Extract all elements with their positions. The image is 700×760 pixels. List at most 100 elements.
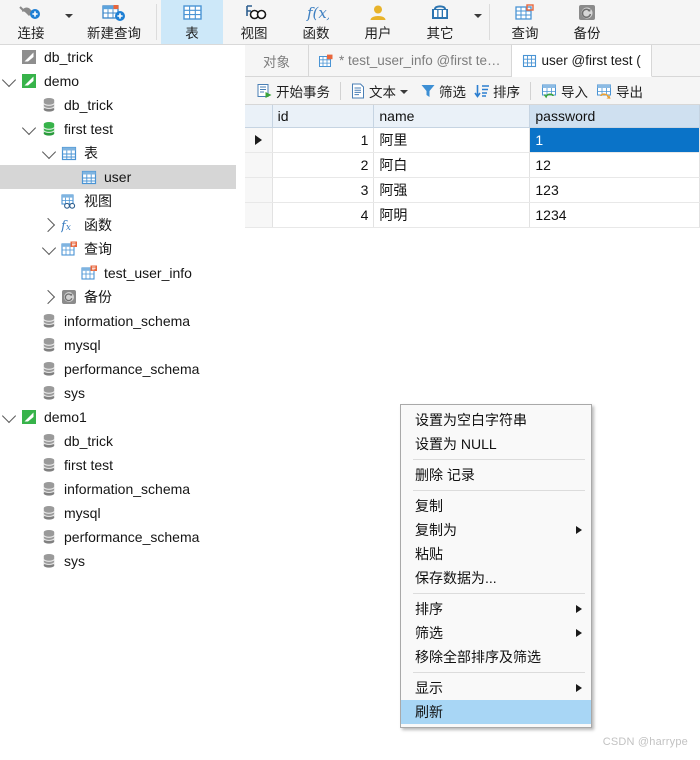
row-marker-cell[interactable] bbox=[245, 127, 273, 153]
export-button[interactable]: 导出 bbox=[592, 79, 647, 103]
tree-item-表[interactable]: 表 bbox=[0, 141, 243, 165]
chevron-down-icon[interactable] bbox=[0, 69, 18, 93]
object-tree-sidebar[interactable]: db_trick demo db_trick first test 表 user 视图 fx 函… bbox=[0, 45, 244, 760]
tree-item-视图[interactable]: 视图 bbox=[0, 189, 243, 213]
tree-item-db-trick[interactable]: db_trick bbox=[0, 45, 243, 69]
cell-id[interactable]: 2 bbox=[272, 152, 375, 178]
tree-item-label: demo1 bbox=[44, 409, 87, 425]
chevron-right-icon[interactable] bbox=[40, 285, 58, 309]
menu-item-7[interactable]: 粘贴 bbox=[401, 542, 591, 566]
menu-item-15[interactable]: 刷新 bbox=[401, 700, 591, 724]
ribbon-button-user[interactable]: 用户 bbox=[347, 0, 409, 44]
tree-item-demo1[interactable]: demo1 bbox=[0, 405, 243, 429]
ribbon-button-connect[interactable]: 连接 bbox=[0, 0, 62, 44]
tree-item-test-user-info[interactable]: test_user_info bbox=[0, 261, 243, 285]
row-marker-cell[interactable] bbox=[245, 202, 273, 228]
menu-item-5[interactable]: 复制 bbox=[401, 494, 591, 518]
cell-id[interactable]: 4 bbox=[272, 202, 375, 228]
tab-user-table[interactable]: user @first test ( bbox=[511, 45, 652, 77]
cell-id[interactable]: 3 bbox=[272, 177, 375, 203]
table-row[interactable]: 4 阿明 1234 bbox=[245, 202, 700, 228]
cell-name[interactable]: 阿强 bbox=[373, 177, 531, 203]
tree-item-label: sys bbox=[64, 385, 85, 401]
tree-item-mysql[interactable]: mysql bbox=[0, 501, 243, 525]
sort-button[interactable]: 排序 bbox=[470, 79, 524, 103]
tree-item-查询[interactable]: 查询 bbox=[0, 237, 243, 261]
cell-name[interactable]: 阿白 bbox=[373, 152, 531, 178]
text-dropdown-caret-icon[interactable] bbox=[400, 89, 408, 94]
tree-item-sys[interactable]: sys bbox=[0, 549, 243, 573]
tree-expander-placeholder bbox=[20, 501, 38, 525]
sidebar-scroll-strip[interactable] bbox=[236, 45, 244, 760]
chevron-down-icon[interactable] bbox=[40, 141, 58, 165]
column-header-password[interactable]: password bbox=[529, 105, 700, 128]
chevron-down-icon[interactable] bbox=[20, 117, 38, 141]
function-icon: f(x) bbox=[303, 2, 329, 24]
tree-item-db-trick[interactable]: db_trick bbox=[0, 429, 243, 453]
import-button[interactable]: 导入 bbox=[537, 79, 592, 103]
chevron-down-icon[interactable] bbox=[0, 405, 18, 429]
row-marker-cell[interactable] bbox=[245, 177, 273, 203]
tree-item-information-schema[interactable]: information_schema bbox=[0, 309, 243, 333]
ribbon-button-query[interactable]: 查询 bbox=[494, 0, 556, 44]
tree-item-user[interactable]: user bbox=[0, 165, 243, 189]
tree-item-demo[interactable]: demo bbox=[0, 69, 243, 93]
ribbon-button-function[interactable]: f(x) 函数 bbox=[285, 0, 347, 44]
cell-password[interactable]: 1 bbox=[529, 127, 700, 153]
menu-item-8[interactable]: 保存数据为... bbox=[401, 566, 591, 590]
tree-item-information-schema[interactable]: information_schema bbox=[0, 477, 243, 501]
ribbon-button-other[interactable]: 其它 bbox=[409, 0, 471, 44]
ribbon-button-table[interactable]: 表 bbox=[161, 0, 223, 44]
menu-item-14[interactable]: 显示 bbox=[401, 676, 591, 700]
data-grid[interactable]: id name password 1 阿里 1 2 阿白 12 3 阿强 123 4 阿明 1234 bbox=[245, 105, 700, 228]
text-view-button[interactable]: 文本 bbox=[347, 79, 416, 103]
table-row[interactable]: 2 阿白 12 bbox=[245, 152, 700, 178]
cell-name[interactable]: 阿明 bbox=[373, 202, 531, 228]
menu-item-1[interactable]: 设置为 NULL bbox=[401, 432, 591, 456]
connect-dropdown-caret-icon[interactable] bbox=[62, 0, 76, 44]
menu-item-11[interactable]: 筛选 bbox=[401, 621, 591, 645]
tree-item-first-test[interactable]: first test bbox=[0, 117, 243, 141]
menu-item-12[interactable]: 移除全部排序及筛选 bbox=[401, 645, 591, 669]
menu-item-label: 复制 bbox=[415, 498, 443, 514]
backup-icon bbox=[574, 2, 600, 24]
row-marker-cell[interactable] bbox=[245, 152, 273, 178]
menu-item-3[interactable]: 删除 记录 bbox=[401, 463, 591, 487]
ribbon-separator bbox=[156, 4, 157, 40]
ribbon-button-view[interactable]: 视图 bbox=[223, 0, 285, 44]
menu-item-0[interactable]: 设置为空白字符串 bbox=[401, 408, 591, 432]
ribbon-button-backup[interactable]: 备份 bbox=[556, 0, 618, 44]
menu-item-6[interactable]: 复制为 bbox=[401, 518, 591, 542]
tree-item-db-trick[interactable]: db_trick bbox=[0, 93, 243, 117]
cell-id[interactable]: 1 bbox=[272, 127, 375, 153]
column-header-id[interactable]: id bbox=[272, 105, 375, 128]
table-row[interactable]: 1 阿里 1 bbox=[245, 127, 700, 153]
filter-button[interactable]: 筛选 bbox=[416, 79, 470, 103]
other-dropdown-caret-icon[interactable] bbox=[471, 0, 485, 44]
tree-item-mysql[interactable]: mysql bbox=[0, 333, 243, 357]
tab-test-user-info[interactable]: * test_user_info @first te… bbox=[309, 45, 512, 76]
chevron-right-icon[interactable] bbox=[40, 213, 58, 237]
tree-item-performance-schema[interactable]: performance_schema bbox=[0, 525, 243, 549]
editor-tabstrip[interactable]: 对象 * test_user_info @first te… user @fir… bbox=[245, 45, 700, 77]
cell-password[interactable]: 1234 bbox=[529, 202, 700, 228]
tab-objects[interactable]: 对象 bbox=[245, 45, 309, 76]
submenu-arrow-icon bbox=[576, 684, 582, 692]
tree-expander-placeholder bbox=[40, 189, 58, 213]
cell-password[interactable]: 12 bbox=[529, 152, 700, 178]
tree-item-first-test[interactable]: first test bbox=[0, 453, 243, 477]
tree-item-备份[interactable]: 备份 bbox=[0, 285, 243, 309]
tree-item-performance-schema[interactable]: performance_schema bbox=[0, 357, 243, 381]
table-row[interactable]: 3 阿强 123 bbox=[245, 177, 700, 203]
column-header-name[interactable]: name bbox=[373, 105, 531, 128]
begin-transaction-button[interactable]: 开始事务 bbox=[253, 79, 334, 103]
tree-item-sys[interactable]: sys bbox=[0, 381, 243, 405]
cell-password[interactable]: 123 bbox=[529, 177, 700, 203]
tree-item-函数[interactable]: fx 函数 bbox=[0, 213, 243, 237]
cell-name[interactable]: 阿里 bbox=[373, 127, 531, 153]
ribbon-button-new-query[interactable]: 新建查询 bbox=[76, 0, 152, 44]
grid-context-menu[interactable]: 设置为空白字符串 设置为 NULL 删除 记录复制复制为 粘贴 保存数据为... 排序 筛选… bbox=[400, 404, 592, 728]
chevron-down-icon[interactable] bbox=[40, 237, 58, 261]
menu-item-10[interactable]: 排序 bbox=[401, 597, 591, 621]
tree-container: db_trick demo db_trick first test 表 user 视图 fx 函… bbox=[0, 45, 243, 573]
